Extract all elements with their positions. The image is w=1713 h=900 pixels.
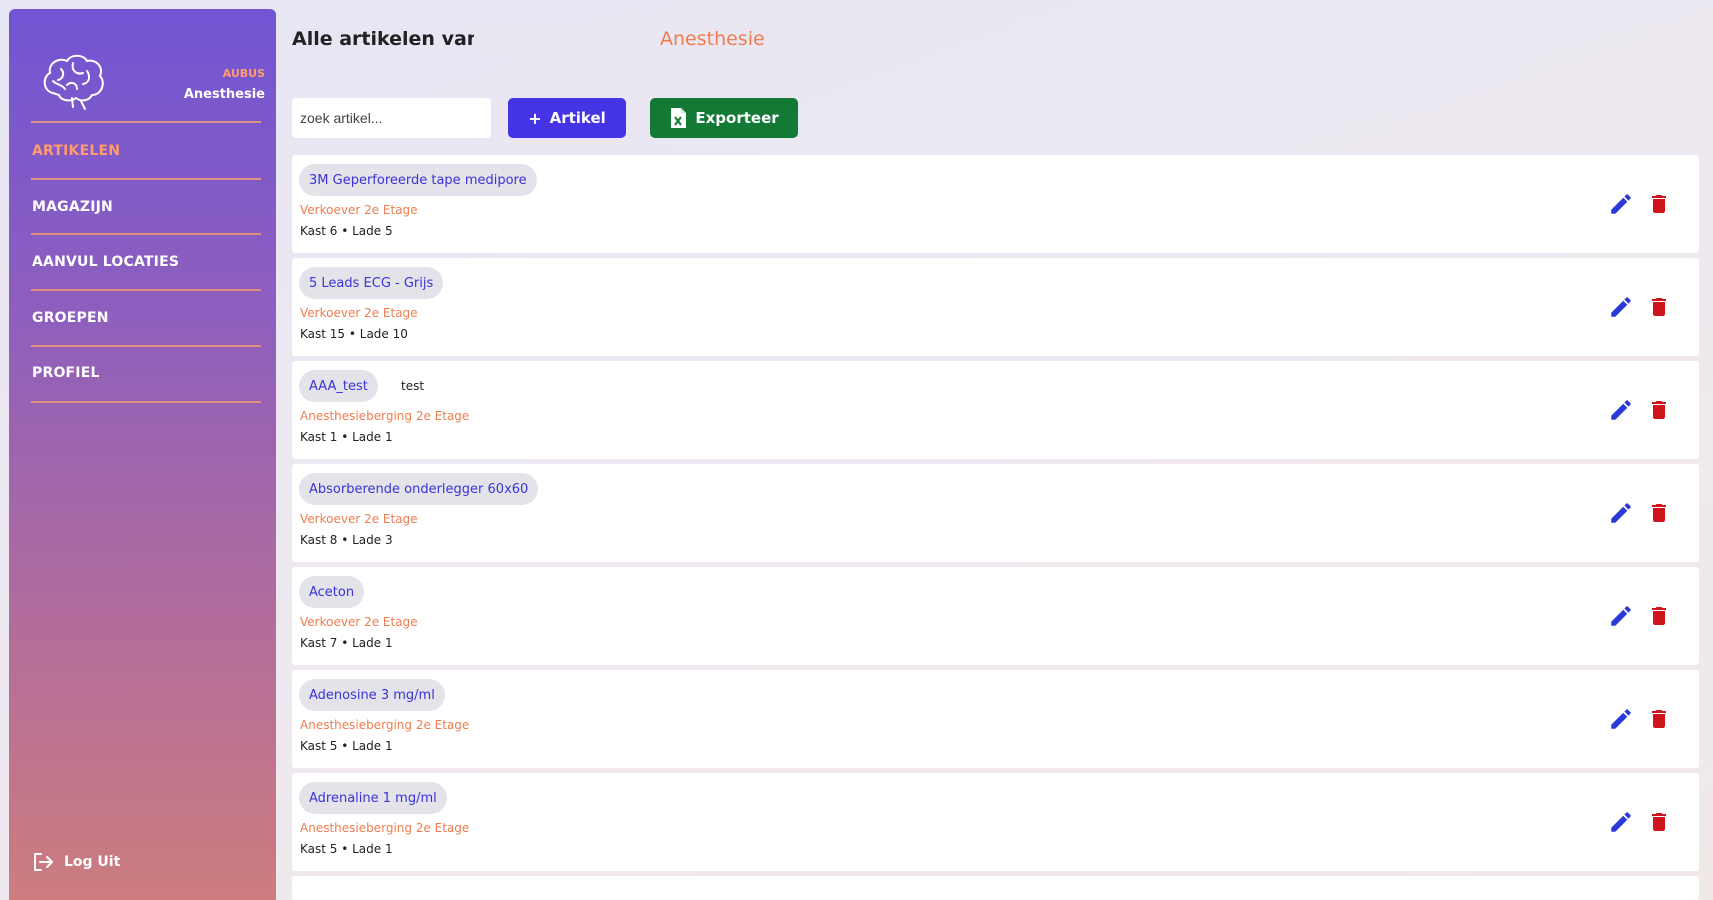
brand: AUBUS Anesthesie [39, 49, 265, 115]
article-card[interactable]: Adrenaline 1 mg/ml Anesthesieberging 2e … [292, 773, 1699, 871]
brand-subtitle: AUBUS [222, 67, 265, 80]
article-card[interactable]: Aceton Verkoever 2e Etage Kast 7 • Lade … [292, 567, 1699, 665]
nav-item-groepen[interactable]: GROEPEN [32, 310, 109, 326]
divider [31, 178, 261, 180]
article-position: Kast 8 • Lade 3 [300, 533, 393, 547]
add-article-label: Artikel [549, 109, 606, 127]
article-card[interactable]: 3M Geperforeerde tape medipore Verkoever… [292, 155, 1699, 253]
nav-item-aanvul-locaties[interactable]: AANVUL LOCATIES [32, 254, 179, 270]
main-content: Alle artikelen van Anesthesie + Artikel … [292, 0, 1713, 900]
title-blank-area [474, 24, 652, 52]
logout-label: Log Uit [64, 854, 121, 870]
export-button[interactable]: Exporteer [650, 98, 798, 138]
article-location: Verkoever 2e Etage [300, 512, 418, 526]
page-title-department: Anesthesie [660, 28, 765, 50]
article-name[interactable]: Adenosine 3 mg/ml [299, 679, 445, 711]
article-card[interactable]: Absorberende onderlegger 60x60 Verkoever… [292, 464, 1699, 562]
article-position: Kast 1 • Lade 1 [300, 430, 393, 444]
divider [31, 233, 261, 235]
divider [31, 121, 261, 123]
sidebar: AUBUS Anesthesie ARTIKELEN MAGAZIJN AANV… [9, 9, 276, 900]
article-name[interactable]: AAA_test [299, 370, 378, 402]
article-position: Kast 5 • Lade 1 [300, 842, 393, 856]
divider [31, 401, 261, 403]
edit-pencil-icon[interactable] [1608, 706, 1634, 732]
article-extra-note: test [401, 379, 425, 393]
article-card[interactable]: AAA_test test Anesthesieberging 2e Etage… [292, 361, 1699, 459]
article-name[interactable]: 3M Geperforeerde tape medipore [299, 164, 537, 196]
page-title: Alle artikelen van [292, 28, 481, 50]
delete-trash-icon[interactable] [1647, 706, 1671, 732]
nav-item-profiel[interactable]: PROFIEL [32, 365, 100, 381]
edit-pencil-icon[interactable] [1608, 500, 1634, 526]
article-location: Anesthesieberging 2e Etage [300, 718, 470, 732]
article-name[interactable]: Aceton [299, 576, 365, 608]
article-position: Kast 6 • Lade 5 [300, 224, 393, 238]
article-location: Verkoever 2e Etage [300, 615, 418, 629]
article-position: Kast 7 • Lade 1 [300, 636, 393, 650]
delete-trash-icon[interactable] [1647, 397, 1671, 423]
plus-icon: + [528, 108, 542, 128]
article-position: Kast 15 • Lade 10 [300, 327, 408, 341]
nav-item-artikelen[interactable]: ARTIKELEN [32, 143, 120, 159]
edit-pencil-icon[interactable] [1608, 809, 1634, 835]
department-name: Anesthesie [183, 87, 265, 102]
delete-trash-icon[interactable] [1647, 294, 1671, 320]
edit-pencil-icon[interactable] [1608, 603, 1634, 629]
edit-pencil-icon[interactable] [1608, 294, 1634, 320]
delete-trash-icon[interactable] [1647, 809, 1671, 835]
nav-item-magazijn[interactable]: MAGAZIJN [32, 199, 113, 215]
article-name[interactable]: Absorberende onderlegger 60x60 [299, 473, 539, 505]
logout-button[interactable]: Log Uit [32, 852, 120, 872]
edit-pencil-icon[interactable] [1608, 191, 1634, 217]
divider [31, 289, 261, 291]
spreadsheet-file-icon [671, 108, 687, 128]
article-location: Verkoever 2e Etage [300, 203, 418, 217]
edit-pencil-icon[interactable] [1608, 397, 1634, 423]
add-article-button[interactable]: + Artikel [508, 98, 626, 138]
delete-trash-icon[interactable] [1647, 603, 1671, 629]
logout-icon [34, 853, 53, 871]
article-location: Verkoever 2e Etage [300, 306, 418, 320]
article-location: Anesthesieberging 2e Etage [300, 409, 470, 423]
brain-logo-icon [43, 54, 104, 110]
article-name[interactable]: Adrenaline 1 mg/ml [299, 782, 447, 814]
article-location: Anesthesieberging 2e Etage [300, 821, 470, 835]
article-name[interactable]: 5 Leads ECG - Grijs [299, 267, 444, 299]
divider [31, 345, 261, 347]
delete-trash-icon[interactable] [1647, 500, 1671, 526]
article-card[interactable]: 5 Leads ECG - Grijs Verkoever 2e Etage K… [292, 258, 1699, 356]
export-label: Exporteer [695, 109, 779, 127]
article-position: Kast 5 • Lade 1 [300, 739, 393, 753]
article-card[interactable]: Adenosine 3 mg/ml Anesthesieberging 2e E… [292, 670, 1699, 768]
delete-trash-icon[interactable] [1647, 191, 1671, 217]
article-card[interactable] [292, 876, 1699, 900]
search-input[interactable] [292, 98, 491, 138]
